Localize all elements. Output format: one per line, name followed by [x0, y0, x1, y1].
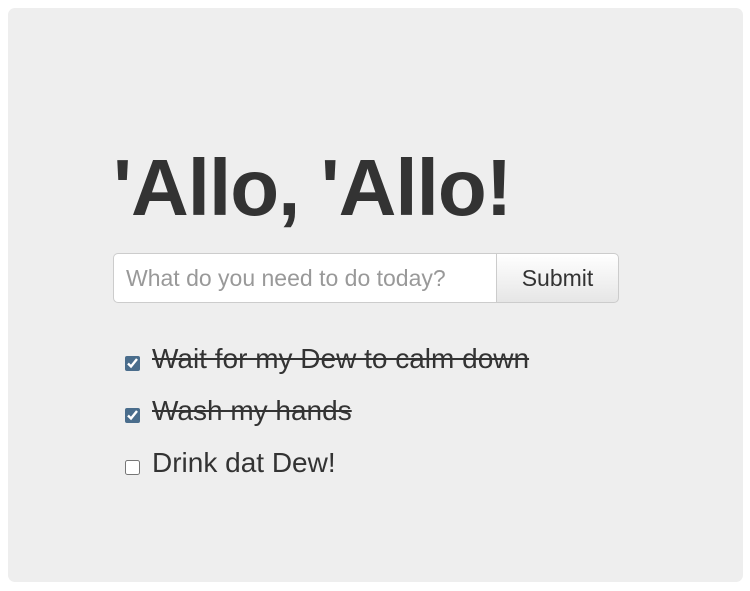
todo-text: Wait for my Dew to calm down: [152, 343, 530, 374]
todo-list: Wait for my Dew to calm down Wash my han…: [113, 333, 633, 489]
submit-button[interactable]: Submit: [496, 253, 619, 303]
new-todo-input[interactable]: [113, 253, 496, 303]
new-todo-form: Submit: [113, 253, 619, 303]
todo-checkbox[interactable]: [125, 407, 140, 423]
page-title: 'Allo, 'Allo!: [113, 143, 512, 232]
main-content: 'Allo, 'Allo! Submit Wait for my Dew to …: [113, 138, 633, 489]
todo-text: Wash my hands: [152, 395, 352, 426]
todo-item: Wash my hands: [115, 385, 633, 437]
app-container: 'Allo, 'Allo! Submit Wait for my Dew to …: [8, 8, 743, 582]
todo-item: Wait for my Dew to calm down: [115, 333, 633, 385]
todo-text: Drink dat Dew!: [152, 447, 336, 478]
todo-checkbox[interactable]: [125, 459, 140, 475]
todo-item: Drink dat Dew!: [115, 437, 633, 489]
todo-checkbox[interactable]: [125, 355, 140, 371]
